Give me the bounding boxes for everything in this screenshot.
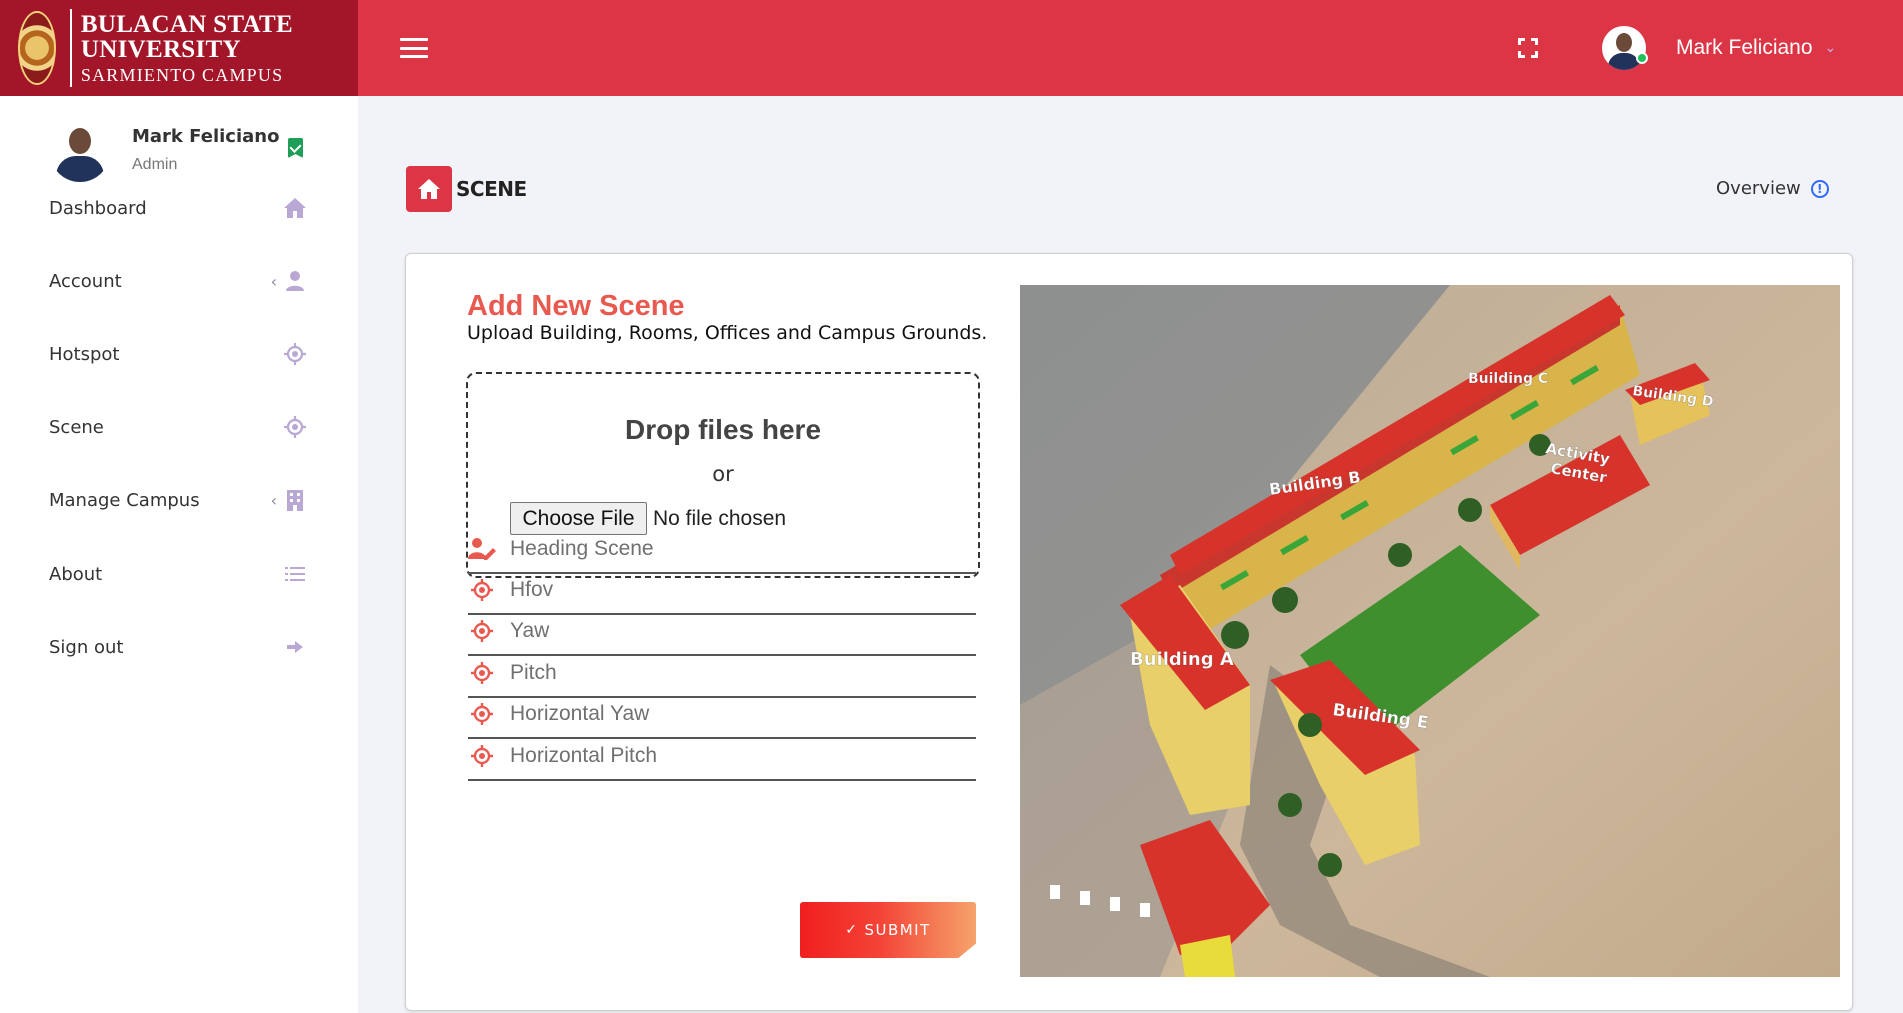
- crosshair-icon: [468, 617, 496, 645]
- top-navbar: Mark Feliciano ⌄: [358, 0, 1903, 96]
- info-icon: !: [1810, 179, 1829, 198]
- sidebar-item-label: Scene: [49, 416, 104, 438]
- home-icon: [283, 196, 307, 220]
- sidebar-item-about[interactable]: About: [49, 554, 311, 594]
- sidebar-item-label: Sign out: [49, 636, 124, 658]
- sidebar-item-label: Manage Campus: [49, 489, 200, 511]
- field-placeholder: Yaw: [510, 619, 550, 642]
- crosshair-icon: [283, 415, 307, 439]
- page-header: SCENE: [406, 166, 527, 212]
- sidebar-item-hotspot[interactable]: Hotspot: [49, 334, 311, 374]
- crosshair-icon: [468, 742, 496, 770]
- university-seal-icon: [18, 11, 56, 85]
- form-subtitle: Upload Building, Rooms, Offices and Camp…: [467, 322, 988, 344]
- building-c-label: Building C: [1468, 371, 1548, 387]
- brand-subtitle: SARMIENTO CAMPUS: [80, 65, 284, 85]
- sidebar-item-account[interactable]: Account ‹: [49, 261, 311, 301]
- brand-logo[interactable]: BULACAN STATE UNIVERSITY SARMIENTO CAMPU…: [0, 0, 358, 96]
- sidebar-item-scene[interactable]: Scene: [49, 407, 311, 447]
- user-menu[interactable]: Mark Feliciano ⌄: [1602, 25, 1836, 71]
- field-placeholder: Heading Scene: [510, 537, 654, 560]
- field-placeholder: Pitch: [510, 661, 557, 684]
- page-title: SCENE: [456, 177, 527, 201]
- submit-label: SUBMIT: [864, 921, 931, 939]
- submit-button[interactable]: ✓ SUBMIT: [800, 902, 976, 958]
- online-status-icon: [1636, 52, 1648, 64]
- brand-title: BULACAN STATE UNIVERSITY: [80, 11, 293, 63]
- chevron-down-icon: ⌄: [1824, 40, 1837, 56]
- home-icon: [406, 166, 452, 212]
- crosshair-icon: [468, 576, 496, 604]
- sidebar-item-label: Dashboard: [49, 197, 147, 219]
- user-edit-icon: [468, 535, 496, 563]
- check-icon: ✓: [845, 922, 859, 938]
- field-placeholder: Horizontal Pitch: [510, 744, 658, 767]
- avatar: [50, 122, 110, 182]
- overview-link[interactable]: Overview !: [1716, 178, 1829, 199]
- horizontal-yaw-field[interactable]: Horizontal Yaw: [468, 691, 976, 739]
- overview-label: Overview: [1716, 178, 1801, 199]
- user-icon: [283, 269, 307, 293]
- crosshair-icon: [468, 700, 496, 728]
- hamburger-icon[interactable]: [400, 38, 428, 58]
- sidebar-item-manage-campus[interactable]: Manage Campus ‹: [49, 480, 311, 520]
- campus-map-image: Building A Building B Building C Buildin…: [1020, 285, 1840, 977]
- add-scene-card: Add New Scene Upload Building, Rooms, Of…: [405, 253, 1853, 1011]
- crosshair-icon: [283, 342, 307, 366]
- crosshair-icon: [468, 659, 496, 687]
- building-a-label: Building A: [1130, 649, 1234, 670]
- horizontal-pitch-field[interactable]: Horizontal Pitch: [468, 733, 976, 781]
- sidebar: Mark Feliciano Admin Dashboard Account ‹…: [0, 96, 358, 1013]
- fullscreen-icon[interactable]: [1518, 38, 1538, 58]
- profile-name: Mark Feliciano: [132, 126, 280, 147]
- sidebar-item-label: Account: [49, 270, 122, 292]
- dropzone-title: Drop files here: [624, 414, 822, 445]
- list-icon: [283, 562, 307, 586]
- dropzone-or: or: [712, 462, 734, 486]
- field-placeholder: Horizontal Yaw: [510, 702, 650, 725]
- chevron-left-icon: ‹: [270, 490, 277, 510]
- sidebar-item-label: About: [49, 563, 103, 585]
- field-placeholder: Hfov: [510, 578, 554, 601]
- verified-bookmark-icon: [288, 138, 303, 158]
- sidebar-profile: Mark Feliciano Admin: [50, 122, 310, 182]
- sidebar-item-label: Hotspot: [49, 343, 120, 365]
- sidebar-item-dashboard[interactable]: Dashboard: [49, 188, 311, 228]
- building-icon: [283, 488, 307, 512]
- form-title: Add New Scene: [467, 290, 685, 322]
- sidebar-item-sign-out[interactable]: Sign out: [49, 627, 311, 667]
- arrow-right-icon: [283, 635, 307, 659]
- user-name: Mark Feliciano: [1676, 36, 1813, 59]
- yaw-field[interactable]: Yaw: [468, 608, 976, 656]
- profile-role: Admin: [132, 156, 178, 173]
- chevron-left-icon: ‹: [270, 271, 277, 291]
- brand-divider: [69, 9, 72, 87]
